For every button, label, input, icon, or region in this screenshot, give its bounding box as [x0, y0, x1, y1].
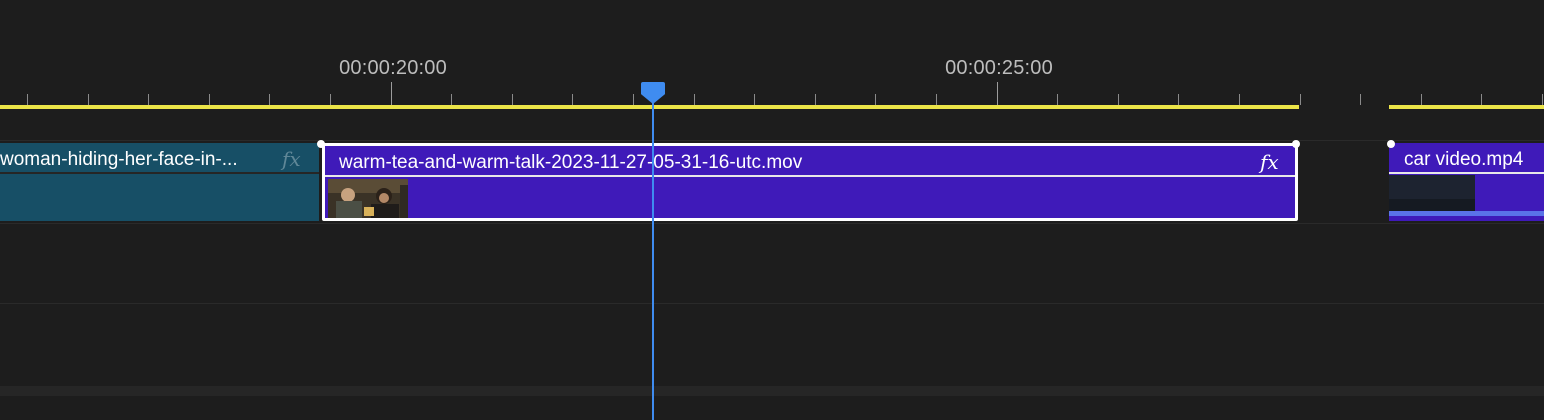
ruler-tick: [572, 94, 573, 105]
clip-name: warm-tea-and-warm-talk-2023-11-27-05-31-…: [339, 152, 803, 173]
ruler-tick: [1118, 94, 1119, 105]
ruler-tick: [936, 94, 937, 105]
ruler-timecode: 00:00:20:00: [339, 57, 447, 79]
playhead-line[interactable]: [652, 100, 654, 420]
ruler-tick: [1542, 94, 1543, 105]
ruler-tick: [209, 94, 210, 105]
ruler-tick: [1360, 94, 1361, 105]
ruler-tick: [1421, 94, 1422, 105]
clip-edge-handle[interactable]: [317, 140, 325, 148]
work-area-bar[interactable]: [0, 105, 1299, 109]
ruler-tick: [633, 94, 634, 105]
clip-thumbnail: [1389, 175, 1544, 216]
ruler-tick: [27, 94, 28, 105]
work-area-bar[interactable]: [1389, 105, 1544, 109]
ruler-tick: [88, 94, 89, 105]
ruler-tick: [754, 94, 755, 105]
ruler-tick: [330, 94, 331, 105]
ruler-tick: [875, 94, 876, 105]
track-divider: [0, 223, 1544, 224]
ruler-tick: [1300, 94, 1301, 105]
clip-header: warm-tea-and-warm-talk-2023-11-27-05-31-…: [325, 146, 1295, 177]
fx-icon[interactable]: fx: [1260, 150, 1279, 174]
timeline-scrollbar[interactable]: [0, 386, 1544, 396]
time-ruler[interactable]: 00:00:20:00 00:00:25:00: [0, 0, 1544, 112]
ruler-tick: [1178, 94, 1179, 105]
track-divider: [0, 140, 1544, 141]
fx-icon[interactable]: fx: [282, 147, 301, 171]
ruler-tick: [512, 94, 513, 105]
clip-name: car video.mp4: [1404, 149, 1524, 170]
ruler-tick: [451, 94, 452, 105]
ruler-tick: [148, 94, 149, 105]
ruler-tick: [1057, 94, 1058, 105]
clip-edge-handle[interactable]: [1387, 140, 1395, 148]
clip-header: woman-hiding-her-face-in-... fx: [0, 143, 319, 174]
ruler-tick: [694, 94, 695, 105]
timeline-clip[interactable]: car video.mp4: [1389, 143, 1544, 221]
ruler-tick: [815, 94, 816, 105]
ruler-tick: [1239, 94, 1240, 105]
ruler-major-tick: [997, 82, 998, 105]
clip-name: woman-hiding-her-face-in-...: [0, 149, 238, 170]
sequence-timeline[interactable]: 00:00:20:00 00:00:25:00 woman-hiding-her…: [0, 0, 1544, 420]
ruler-timecode: 00:00:25:00: [945, 57, 1053, 79]
clip-edge-handle[interactable]: [1292, 140, 1300, 148]
track-divider: [0, 303, 1544, 304]
clip-header: car video.mp4: [1389, 143, 1544, 174]
ruler-tick: [269, 94, 270, 105]
clip-thumbnail: [328, 179, 408, 218]
timeline-clip[interactable]: woman-hiding-her-face-in-... fx: [0, 143, 319, 221]
selected-timeline-clip[interactable]: warm-tea-and-warm-talk-2023-11-27-05-31-…: [322, 143, 1298, 221]
ruler-major-tick: [391, 82, 392, 105]
ruler-tick: [1481, 94, 1482, 105]
